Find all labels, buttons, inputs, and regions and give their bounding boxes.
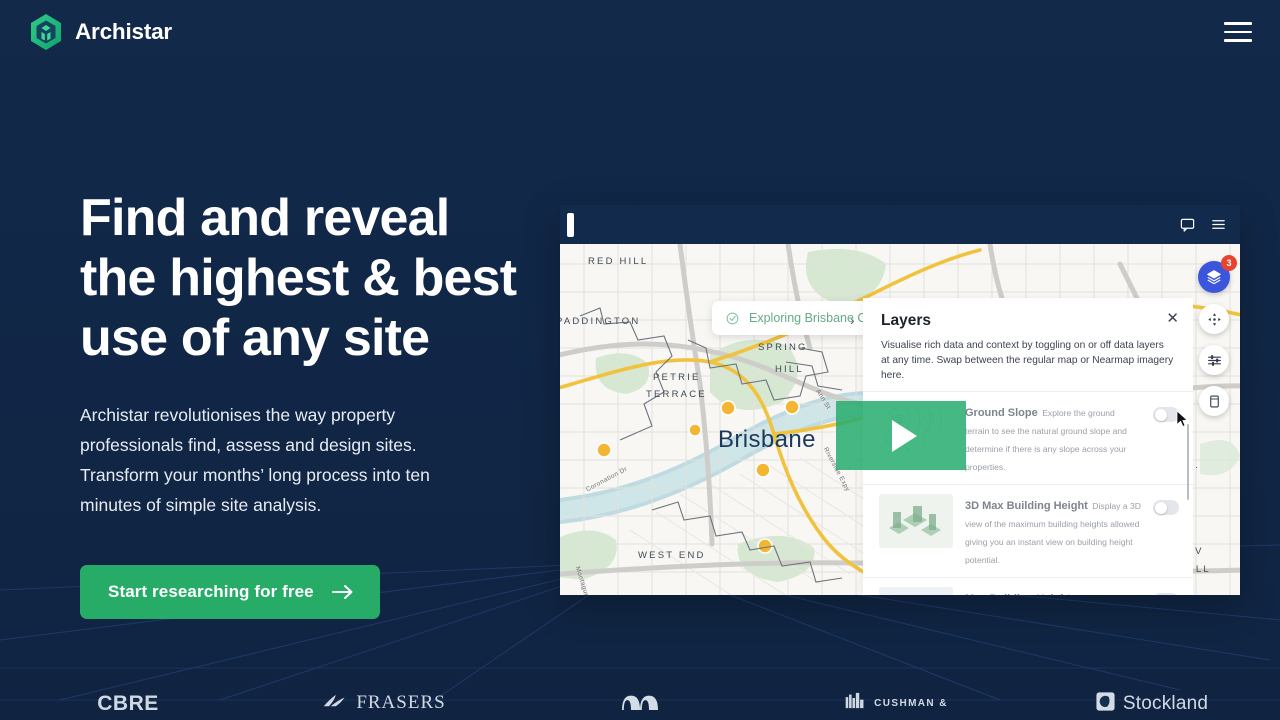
- layer-item-body: Ground Slope Explore the ground terrain …: [965, 401, 1141, 475]
- partner-name: FRASERS: [356, 692, 446, 713]
- map-label-city: Brisbane: [718, 426, 816, 453]
- check-circle-icon: [726, 312, 739, 325]
- map-label: WEST END: [638, 550, 706, 561]
- layer-item-body: Max Building Height Display a 2D color s…: [965, 587, 1141, 595]
- layer-item-body: 3D Max Building Height Display a 3D view…: [965, 494, 1141, 568]
- play-triangle-icon: [891, 419, 917, 452]
- stockland-mark-icon: [1096, 692, 1115, 716]
- layer-list-item[interactable]: Max Building Height Display a 2D color s…: [863, 577, 1193, 595]
- chevron-right-icon[interactable]: ›: [850, 312, 855, 328]
- partner-name: CBRE: [97, 692, 159, 715]
- partner-logo-mirvac: [512, 684, 768, 715]
- layers-icon: [1206, 269, 1222, 285]
- partner-logo-stockland: Stockland: [1024, 684, 1280, 716]
- cta-label: Start researching for free: [108, 582, 314, 601]
- cushman-mark-icon: [844, 692, 866, 714]
- close-icon[interactable]: ✕: [1166, 311, 1179, 326]
- app-preview-window: RED HILL PADDINGTON PETRIE TERRACE SPRIN…: [560, 205, 1240, 595]
- layers-panel-title: Layers: [881, 312, 931, 329]
- map-label: SPRING: [758, 342, 808, 353]
- layer-item-name: 3D Max Building Height: [965, 500, 1088, 512]
- partner-name: CUSHMAN &: [874, 697, 948, 709]
- mouse-cursor: [1176, 410, 1188, 433]
- app-topbar: [560, 205, 1240, 244]
- 3d-buildings-thumb: [879, 494, 953, 548]
- height-heatmap-thumb: [879, 587, 953, 595]
- play-video-button[interactable]: [836, 401, 966, 470]
- move-arrows-icon: [1207, 312, 1222, 327]
- app-topbar-actions: [1180, 217, 1226, 232]
- partner-name: Stockland: [1122, 693, 1209, 714]
- menu-line: [1224, 30, 1252, 34]
- page-title: Find and reveal the highest & best use o…: [80, 189, 517, 367]
- landing-page: Archistar Find and reveal the highest & …: [0, 0, 1280, 720]
- layers-panel-description: Visualise rich data and context by toggl…: [881, 340, 1174, 381]
- site-header: Archistar: [0, 0, 1280, 64]
- partner-logo-cushman-wakefield: CUSHMAN &: [768, 684, 1024, 714]
- hamburger-menu-icon[interactable]: [1224, 20, 1254, 44]
- brand[interactable]: Archistar: [30, 14, 172, 50]
- panel-rectangle-icon: [1207, 394, 1222, 409]
- map-canvas[interactable]: RED HILL PADDINGTON PETRIE TERRACE SPRIN…: [560, 244, 1240, 595]
- layer-toggle[interactable]: [1153, 593, 1179, 595]
- layers-badge-count: 3: [1221, 255, 1237, 271]
- app-logo-mark: [567, 212, 574, 237]
- start-researching-button[interactable]: Start researching for free: [80, 565, 380, 619]
- frasers-mark-icon: [322, 693, 348, 714]
- map-label: RED HILL: [588, 256, 649, 267]
- chat-bubble-icon[interactable]: [1180, 217, 1195, 232]
- map-tool-rail: 3: [1198, 255, 1237, 416]
- archistar-hexagon-logo: [30, 14, 62, 50]
- layer-item-name: Ground Slope: [965, 407, 1038, 419]
- map-label: HILL: [775, 364, 804, 375]
- partner-logos-strip: CBRE FRASERS CUSHMAN & Stockland: [0, 684, 1280, 720]
- layer-toggle[interactable]: [1153, 500, 1179, 515]
- layers-panel-header: Layers ✕ Visualise rich data and context…: [863, 298, 1193, 383]
- hero-subtitle: Archistar revolutionises the way propert…: [80, 405, 430, 515]
- layers-button[interactable]: 3: [1198, 255, 1237, 293]
- pan-button[interactable]: [1199, 304, 1229, 334]
- layers-panel-scrollbar[interactable]: [1187, 424, 1189, 500]
- partner-logo-frasers: FRASERS: [256, 684, 512, 714]
- hero-section: Find and reveal the highest & best use o…: [80, 188, 520, 619]
- brand-name: Archistar: [75, 19, 172, 44]
- mirvac-mark-icon: [620, 692, 660, 715]
- map-label: PETRIE: [653, 372, 701, 383]
- sliders-icon: [1207, 353, 1222, 368]
- layer-item-name: Max Building Height: [965, 593, 1071, 595]
- exploring-status-text: Exploring Brisbane City: [749, 311, 879, 325]
- menu-line: [1224, 22, 1252, 25]
- map-label: PADDINGTON: [560, 316, 641, 327]
- layer-list-item[interactable]: 3D Max Building Height Display a 3D view…: [863, 484, 1193, 577]
- arrow-right-icon: [331, 584, 354, 600]
- menu-line: [1224, 39, 1252, 42]
- map-label: TERRACE: [646, 389, 707, 400]
- partner-logo-cbre: CBRE: [0, 684, 256, 716]
- hamburger-menu-icon[interactable]: [1211, 217, 1226, 232]
- filters-button[interactable]: [1199, 345, 1229, 375]
- panel-button[interactable]: [1199, 386, 1229, 416]
